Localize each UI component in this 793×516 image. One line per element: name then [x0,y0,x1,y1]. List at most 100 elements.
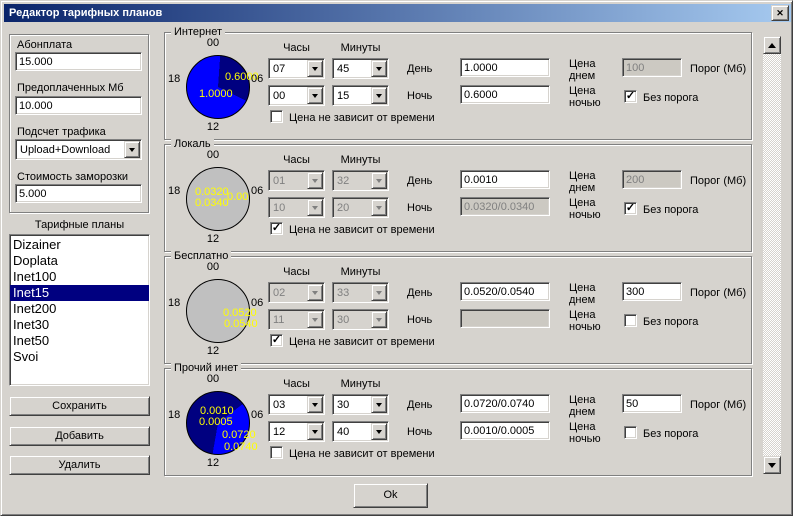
pie-night-price-label: 0.0005 [199,417,233,427]
vertical-scrollbar[interactable] [763,36,781,474]
no-threshold-checkbox[interactable] [624,314,637,327]
day-hour-select[interactable]: 07 [268,58,325,79]
add-button[interactable]: Добавить [9,426,150,446]
day-hour-select[interactable]: 03 [268,394,325,415]
list-item[interactable]: Svoi [10,349,149,365]
day-minute-select[interactable]: 30 [332,394,389,415]
list-item[interactable]: Inet30 [10,317,149,333]
list-item[interactable]: Doplata [10,253,149,269]
section-title: Прочий инет [171,362,241,374]
close-button[interactable]: ✕ [771,5,789,21]
combo-value: 11 [273,314,284,326]
day-minute-select[interactable]: 32 [332,170,389,191]
time-independent-checkbox[interactable] [270,222,283,235]
section-local: Локаль 00 06 12 18 0.0320 0.00 0.0340 Ча… [164,144,752,252]
price-night-input[interactable]: 0.0010/0.0005 [460,421,550,440]
price-day-input[interactable]: 1.0000 [460,58,550,77]
list-item[interactable]: Inet200 [10,301,149,317]
threshold-input[interactable]: 200 [622,170,682,189]
price-night-input[interactable]: 0.6000 [460,85,550,104]
title-bar[interactable]: Редактор тарифных планов ✕ [4,4,791,22]
list-item[interactable]: Inet50 [10,333,149,349]
price-night-input[interactable]: 0.0320/0.0340 [460,197,550,216]
combo-dropdown-icon[interactable] [371,396,387,413]
combo-value: 10 [273,202,285,214]
combo-dropdown-icon[interactable] [307,199,323,216]
save-button[interactable]: Сохранить [9,396,150,416]
combo-dropdown-icon[interactable] [371,172,387,189]
freeze-cost-input[interactable]: 5.000 [15,184,142,203]
combo-value: 15 [337,90,349,102]
night-minute-select[interactable]: 20 [332,197,389,218]
threshold-input[interactable]: 50 [622,394,682,413]
combo-dropdown-icon[interactable] [371,284,387,301]
combo-dropdown-icon[interactable] [124,141,140,158]
combo-dropdown-icon[interactable] [371,60,387,77]
price-day-input[interactable]: 0.0720/0.0740 [460,394,550,413]
minutes-header: Минуты [332,266,389,278]
combo-value: 30 [337,314,349,326]
list-item[interactable]: Inet15 [10,285,149,301]
list-item[interactable]: Dizainer [10,237,149,253]
delete-button[interactable]: Удалить [9,455,150,475]
time-independent-checkbox[interactable] [270,334,283,347]
night-minute-select[interactable]: 30 [332,309,389,330]
day-minute-select[interactable]: 45 [332,58,389,79]
price-night-label: Цена ночью [569,421,611,445]
combo-value: 07 [273,63,285,75]
scroll-down-button[interactable] [763,456,781,474]
threshold-input[interactable]: 300 [622,282,682,301]
prepaid-mb-input[interactable]: 10.000 [15,96,142,115]
day-hour-select[interactable]: 01 [268,170,325,191]
day-hour-select[interactable]: 02 [268,282,325,303]
minutes-header: Минуты [332,42,389,54]
ok-button[interactable]: Ok [353,483,428,508]
combo-value: 03 [273,399,285,411]
combo-value: 30 [337,399,349,411]
night-minute-select[interactable]: 15 [332,85,389,106]
time-independent-checkbox[interactable] [270,110,283,123]
hours-header: Часы [268,154,325,166]
price-night-input[interactable] [460,309,550,328]
combo-dropdown-icon[interactable] [307,87,323,104]
no-threshold-checkbox[interactable] [624,426,637,439]
price-day-input[interactable]: 0.0520/0.0540 [460,282,550,301]
scroll-up-button[interactable] [763,36,781,54]
combo-dropdown-icon[interactable] [371,87,387,104]
no-threshold-checkbox[interactable] [624,90,637,103]
price-day-input[interactable]: 0.0010 [460,170,550,189]
day-minute-select[interactable]: 33 [332,282,389,303]
tariff-plans-list[interactable]: Dizainer Doplata Inet100 Inet15 Inet200 … [9,234,150,386]
list-item[interactable]: Inet100 [10,269,149,285]
combo-dropdown-icon[interactable] [371,311,387,328]
threshold-input[interactable]: 100 [622,58,682,77]
night-hour-select[interactable]: 11 [268,309,325,330]
combo-dropdown-icon[interactable] [307,396,323,413]
combo-dropdown-icon[interactable] [307,60,323,77]
night-label: Ночь [407,314,432,326]
section-title: Бесплатно [171,250,231,262]
chevron-down-icon [312,291,318,295]
window-title: Редактор тарифных планов [4,7,771,19]
chevron-down-icon [376,430,382,434]
combo-dropdown-icon[interactable] [307,172,323,189]
night-minute-select[interactable]: 40 [332,421,389,442]
subscription-fee-label: Абонплата [17,39,72,51]
hours-header: Часы [268,42,325,54]
night-hour-select[interactable]: 10 [268,197,325,218]
chevron-down-icon [312,67,318,71]
combo-dropdown-icon[interactable] [307,284,323,301]
combo-dropdown-icon[interactable] [307,423,323,440]
time-independent-checkbox[interactable] [270,446,283,459]
night-hour-select[interactable]: 00 [268,85,325,106]
price-day-label: Цена днем [569,170,611,194]
combo-dropdown-icon[interactable] [371,199,387,216]
chevron-down-icon [376,67,382,71]
subscription-fee-input[interactable]: 15.000 [15,52,142,71]
traffic-count-select[interactable]: Upload+Download [15,139,142,160]
no-threshold-checkbox[interactable] [624,202,637,215]
chevron-down-icon [376,206,382,210]
combo-dropdown-icon[interactable] [307,311,323,328]
night-hour-select[interactable]: 12 [268,421,325,442]
combo-dropdown-icon[interactable] [371,423,387,440]
